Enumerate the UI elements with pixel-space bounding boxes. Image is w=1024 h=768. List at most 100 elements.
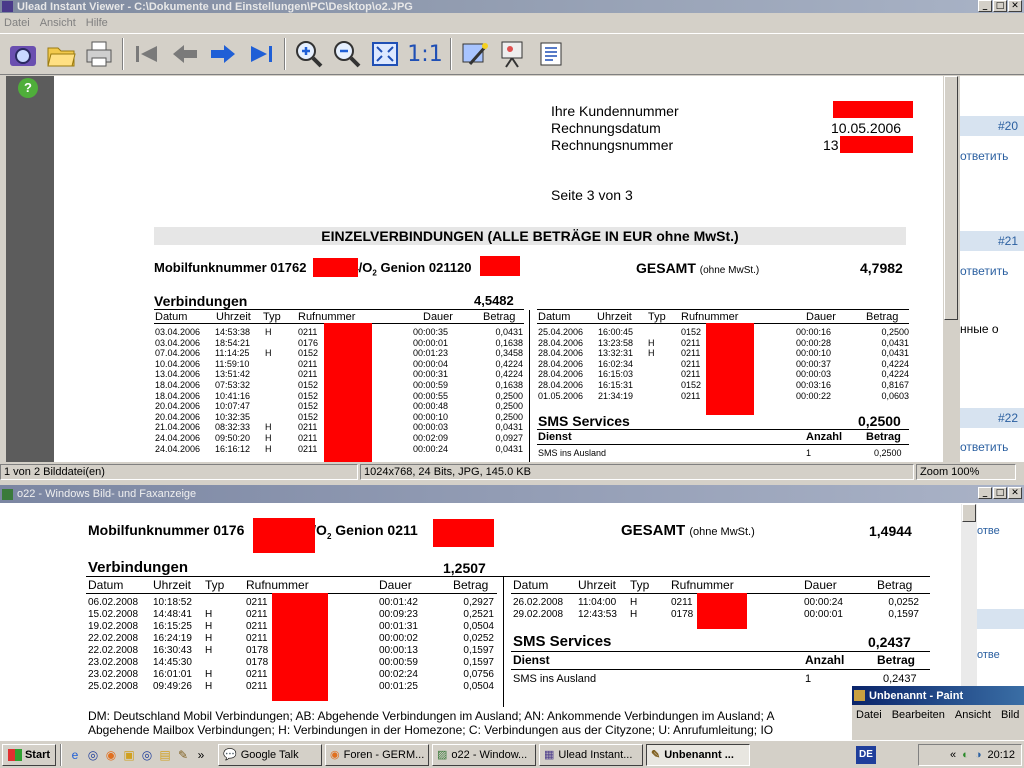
status-zoom: Zoom 100%: [916, 464, 1016, 480]
call-duration: 00:01:31: [379, 621, 418, 632]
image-display-area[interactable]: ? Ihre Kundennummer Rechnungsdatum 10.05…: [6, 76, 942, 462]
reply-link[interactable]: ответить: [960, 264, 1008, 278]
quicklaunch-firefox-icon[interactable]: ◉: [102, 746, 120, 764]
menu-ansicht[interactable]: Ansicht: [40, 17, 76, 29]
slideshow-button[interactable]: [496, 37, 530, 71]
call-type: H: [265, 443, 272, 454]
minimize-button[interactable]: _: [978, 487, 992, 499]
call-type: H: [630, 609, 638, 620]
camera-button[interactable]: [6, 37, 40, 71]
call-duration: 00:01:23: [413, 348, 449, 359]
col-header-date: Datum: [155, 311, 188, 323]
messenger-icon[interactable]: ◑: [975, 749, 982, 761]
zoom-out-button[interactable]: [330, 37, 364, 71]
paint-menu-bearbeiten[interactable]: Bearbeiten: [892, 709, 945, 721]
previous-image-button[interactable]: [168, 37, 202, 71]
column-divider: [503, 577, 504, 707]
tray-expand-button[interactable]: «: [950, 749, 956, 761]
task-ulead-viewer[interactable]: ▦ Ulead Instant...: [539, 743, 643, 766]
call-duration: 00:00:59: [379, 657, 418, 668]
last-image-button[interactable]: [244, 37, 278, 71]
task-fax-viewer[interactable]: ▨ o22 - Window...: [432, 743, 536, 766]
enhance-button[interactable]: [458, 37, 492, 71]
fit-to-window-button[interactable]: [368, 37, 402, 71]
fax-titlebar[interactable]: o22 - Windows Bild- und Faxanzeige _ □ ✕: [0, 485, 1024, 503]
slideshow-icon: [501, 41, 523, 68]
quicklaunch-folder-icon[interactable]: ▣: [120, 746, 138, 764]
info-icon: [540, 42, 562, 66]
paint-menu-bild[interactable]: Bild: [1001, 709, 1019, 721]
language-indicator[interactable]: DE: [856, 746, 876, 764]
scrollbar-thumb[interactable]: [944, 76, 958, 320]
call-duration: 00:02:09: [413, 432, 449, 443]
viewer-statusbar: 1 von 2 Bilddatei(en) 1024x768, 24 Bits,…: [0, 464, 1024, 482]
call-date: 19.02.2008: [88, 621, 139, 632]
zoom-in-button[interactable]: [292, 37, 326, 71]
connections-value: 1,2507: [443, 560, 486, 576]
call-type: H: [648, 348, 655, 359]
maximize-button[interactable]: □: [993, 0, 1007, 12]
quicklaunch-desktop-icon[interactable]: ◎: [84, 746, 102, 764]
quicklaunch-ie-icon[interactable]: e: [66, 746, 84, 764]
call-date: 20.04.2006: [155, 411, 201, 422]
clock[interactable]: 20:12: [987, 749, 1015, 761]
section-title: EINZELVERBINDUNGEN (ALLE BETRÄGE IN EUR …: [321, 228, 739, 244]
reply-link[interactable]: ответить: [960, 440, 1008, 454]
col-header-amount: Betrag: [483, 311, 516, 323]
close-button[interactable]: ✕: [1008, 0, 1022, 12]
task-paint[interactable]: ✎ Unbenannt ...: [646, 743, 750, 766]
total-value: 1,4944: [869, 523, 912, 539]
paint-menu-datei[interactable]: Datei: [856, 709, 882, 721]
next-image-button[interactable]: [206, 37, 240, 71]
first-image-button[interactable]: [130, 37, 164, 71]
maximize-button[interactable]: □: [993, 487, 1007, 499]
scroll-up-button[interactable]: [962, 504, 976, 522]
reply-link[interactable]: отве: [977, 525, 1000, 537]
mobile-suffix: Genion 0211: [331, 522, 418, 538]
viewer-titlebar[interactable]: Ulead Instant Viewer - C:\Dokumente und …: [0, 0, 1024, 13]
invoice-number-prefix: 13: [823, 137, 839, 153]
help-icon[interactable]: ?: [18, 78, 38, 98]
menu-hilfe[interactable]: Hilfe: [86, 17, 108, 29]
task-label: Google Talk: [240, 748, 299, 761]
call-type: H: [205, 669, 213, 680]
sms-row-service: SMS ins Ausland: [513, 673, 597, 685]
redaction-box: [253, 518, 315, 553]
col-header-number: Rufnummer: [298, 311, 356, 323]
properties-button[interactable]: [534, 37, 568, 71]
start-button[interactable]: Start: [2, 743, 56, 766]
connections-label: Verbindungen: [88, 559, 189, 576]
toolbar-separator: [284, 38, 286, 70]
call-type: [265, 338, 298, 349]
reply-link[interactable]: ответить: [960, 149, 1008, 163]
quicklaunch-paint-icon[interactable]: ✎: [174, 746, 192, 764]
post-number: #20: [960, 116, 1024, 136]
col-header-time: Uhrzeit: [153, 578, 192, 592]
call-time: 08:32:33: [215, 422, 251, 433]
call-duration: 00:00:01: [413, 337, 449, 348]
call-time: 10:32:35: [215, 411, 251, 422]
call-time: 13:23:58: [598, 337, 634, 348]
quicklaunch-app-icon[interactable]: ◎: [138, 746, 156, 764]
sms-value: 0,2500: [858, 413, 901, 429]
paint-menu-ansicht[interactable]: Ansicht: [955, 709, 991, 721]
task-google-talk[interactable]: 💬 Google Talk: [218, 743, 322, 766]
viewer-vertical-scrollbar[interactable]: [942, 76, 959, 462]
quicklaunch-more-icon[interactable]: »: [192, 746, 210, 764]
call-date: 28.04.2006: [538, 379, 584, 390]
call-date: 07.04.2006: [155, 348, 201, 359]
call-date: 03.04.2006: [155, 327, 201, 337]
print-button[interactable]: [82, 37, 116, 71]
task-forum[interactable]: ◉ Foren - GERM...: [325, 743, 429, 766]
call-duration: 00:01:25: [379, 681, 418, 692]
minimize-button[interactable]: _: [978, 0, 992, 12]
call-amount: 0,2500: [495, 390, 523, 401]
network-icon[interactable]: ◐: [962, 749, 969, 761]
reply-link[interactable]: отве: [977, 649, 1000, 661]
quicklaunch-folder-icon[interactable]: ▤: [156, 746, 174, 764]
open-folder-button[interactable]: [44, 37, 78, 71]
menu-datei[interactable]: Datei: [4, 17, 30, 29]
actual-size-button[interactable]: 1:1: [406, 37, 444, 71]
close-button[interactable]: ✕: [1008, 487, 1022, 499]
paint-titlebar[interactable]: Unbenannt - Paint: [852, 686, 1024, 705]
